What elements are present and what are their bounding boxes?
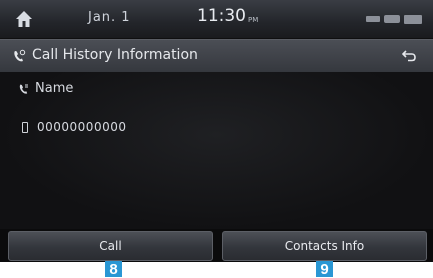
status-time: 11:30	[197, 6, 246, 26]
call-history-icon	[12, 48, 26, 62]
status-bar: Jan. 1 11:30 PM	[0, 0, 433, 38]
bluetooth-icon	[404, 14, 422, 24]
call-icon	[19, 84, 28, 94]
battery-icon	[366, 16, 380, 22]
contact-number-row: 00000000000	[22, 120, 126, 134]
callout-label-contacts-info: 9	[316, 261, 333, 278]
call-history-screen: Jan. 1 11:30 PM Call History Information…	[0, 0, 433, 262]
call-detail-content: Name 00000000000	[0, 72, 433, 229]
page-title: Call History Information	[32, 47, 198, 63]
back-arrow-icon	[402, 50, 416, 62]
back-button[interactable]	[396, 44, 422, 68]
status-icons	[366, 12, 422, 26]
contact-number: 00000000000	[37, 120, 127, 134]
signal-icon	[384, 15, 400, 23]
status-ampm: PM	[248, 16, 259, 24]
mobile-phone-icon	[22, 121, 28, 133]
contact-name: Name	[35, 81, 74, 96]
status-date: Jan. 1	[88, 10, 131, 25]
home-icon[interactable]	[14, 9, 34, 29]
contacts-info-button[interactable]: Contacts Info	[222, 231, 427, 261]
title-bar: Call History Information	[0, 39, 433, 73]
callout-label-call: 8	[105, 261, 122, 278]
contact-name-row: Name	[18, 81, 73, 96]
call-button[interactable]: Call	[8, 231, 213, 261]
action-bar: Call Contacts Info	[0, 229, 433, 262]
